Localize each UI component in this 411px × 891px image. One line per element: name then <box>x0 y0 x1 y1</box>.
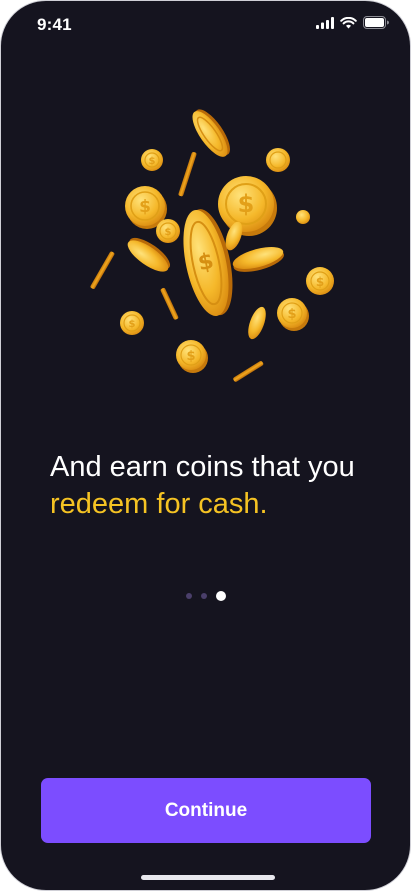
svg-text:$: $ <box>316 275 324 289</box>
svg-text:$: $ <box>238 190 255 218</box>
wifi-icon <box>340 16 357 34</box>
status-time: 9:41 <box>37 15 72 34</box>
gold-coins-illustration: $ $ $ $ $ $ $ $ $ <box>81 101 341 391</box>
page-indicator <box>1 591 410 601</box>
headline: And earn coins that you redeem for cash. <box>50 449 390 523</box>
battery-icon <box>363 16 390 34</box>
svg-text:$: $ <box>139 197 151 217</box>
svg-text:$: $ <box>165 227 172 238</box>
headline-text: And earn coins that you <box>50 451 355 483</box>
status-icons <box>316 16 390 34</box>
svg-text:$: $ <box>287 307 296 322</box>
page-dot-2[interactable] <box>200 593 207 599</box>
svg-text:$: $ <box>186 349 195 364</box>
page-dot-3-active[interactable] <box>215 591 226 601</box>
svg-text:$: $ <box>149 156 156 167</box>
headline-accent-text: redeem for cash. <box>50 488 268 520</box>
status-bar: 9:41 <box>1 1 410 51</box>
page-dot-1[interactable] <box>185 593 192 599</box>
svg-text:$: $ <box>129 319 136 330</box>
signal-icon <box>316 16 334 34</box>
home-indicator[interactable] <box>141 875 275 880</box>
phone-screen: 9:41 $ $ $ $ $ $ $ $ $ And earn coins th… <box>0 0 411 891</box>
continue-button[interactable]: Continue <box>41 778 371 843</box>
